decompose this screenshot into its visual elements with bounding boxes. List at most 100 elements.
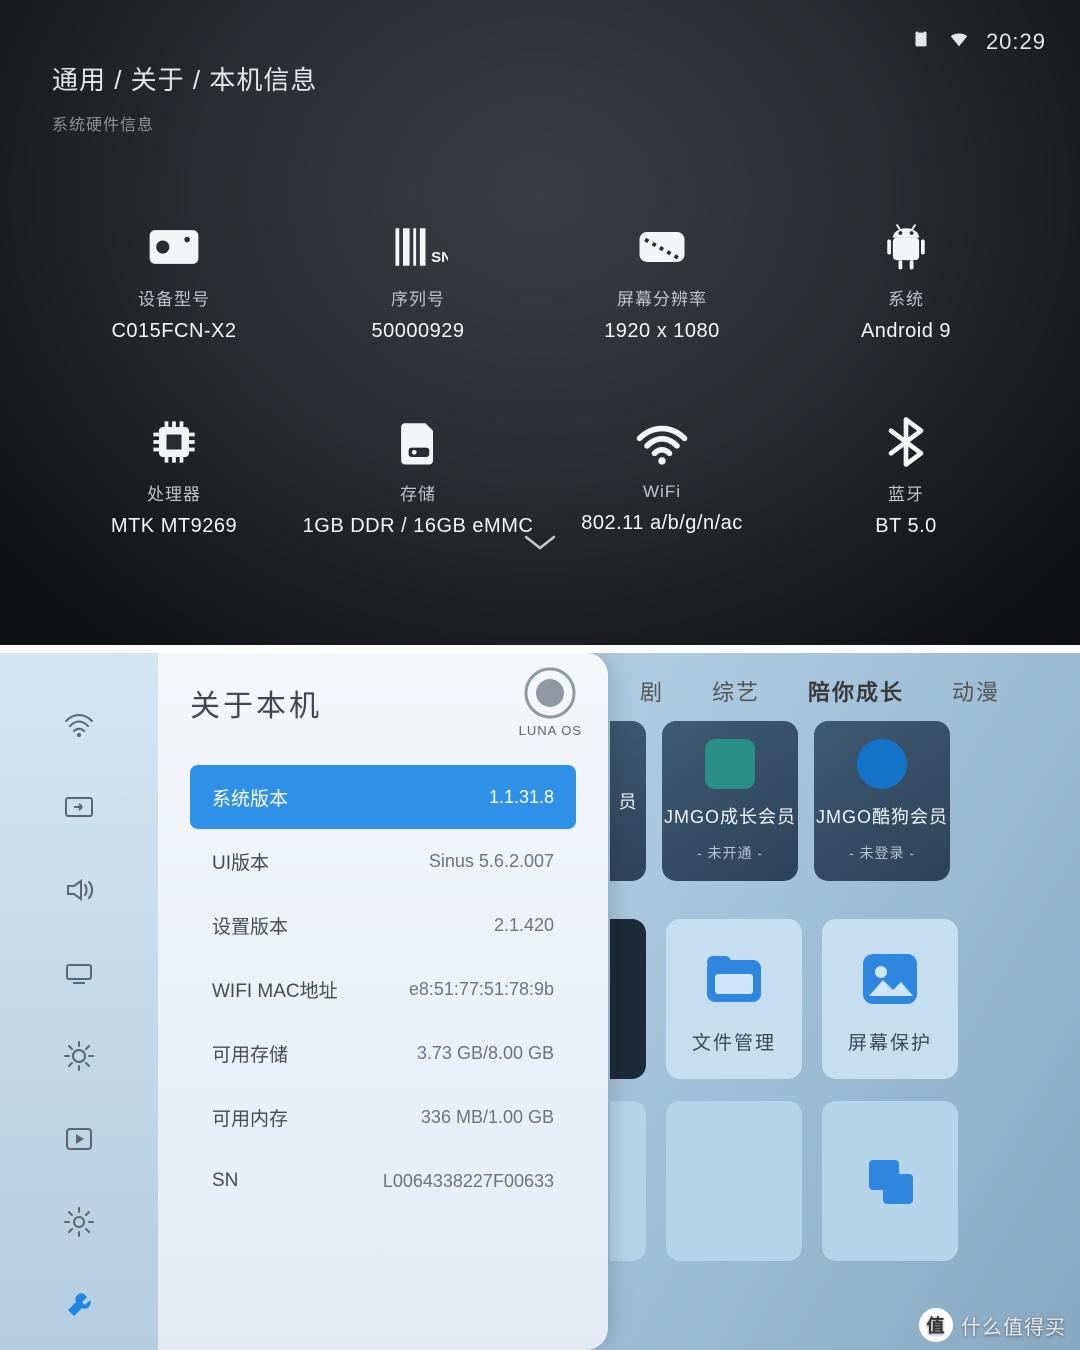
row-settings-version[interactable]: 设置版本 2.1.420	[190, 893, 576, 957]
tile-value: 1920 x 1080	[604, 320, 720, 343]
rail-input-icon[interactable]	[62, 790, 96, 829]
rail-wifi-icon[interactable]	[62, 707, 96, 746]
tile-value: 802.11 a/b/g/n/ac	[581, 512, 743, 535]
clock: 20:29	[986, 29, 1046, 55]
storage-icon	[388, 414, 448, 470]
tile-value: MTK MT9269	[111, 515, 237, 538]
breadcrumb: 通用 / 关于 / 本机信息	[52, 60, 1028, 97]
app-partial[interactable]	[822, 1101, 958, 1261]
row-value: Sinus 5.6.2.007	[429, 851, 554, 872]
rail-brightness-icon[interactable]	[62, 1039, 96, 1078]
row-memory[interactable]: 可用内存 336 MB/1.00 GB	[190, 1085, 576, 1149]
folder-icon	[699, 944, 769, 1014]
row-label: 设置版本	[212, 912, 288, 939]
watermark-badge: 值	[919, 1308, 953, 1342]
tile-cpu[interactable]: 处理器 MTK MT9269	[52, 378, 296, 573]
android-icon	[876, 219, 936, 275]
app-row: 文件管理 屏幕保护	[610, 919, 958, 1079]
about-device-screen: 剧 综艺 陪你成长 动漫 员 JMGO成长会员 - 未开通 - JMGO酷狗会员…	[0, 653, 1080, 1350]
member-card-growth[interactable]: JMGO成长会员 - 未开通 -	[662, 721, 798, 881]
info-tile-grid: 设备型号 C015FCN-X2 SN 序列号 50000929 屏幕分辨率 19…	[52, 183, 1028, 573]
watermark: 值 什么值得买	[919, 1308, 1066, 1342]
rail-play-icon[interactable]	[62, 1122, 96, 1161]
tile-label: 屏幕分辨率	[617, 285, 707, 310]
bluetooth-icon	[876, 414, 936, 470]
status-bar: 20:29	[910, 28, 1046, 56]
member-status: - 未开通 -	[697, 843, 763, 863]
bg-tab[interactable]: 综艺	[712, 675, 760, 707]
rail-gear-icon[interactable]	[62, 1205, 96, 1244]
tile-storage[interactable]: 存储 1GB DDR / 16GB eMMC	[296, 378, 540, 573]
row-value: 336 MB/1.00 GB	[421, 1107, 554, 1128]
tile-bluetooth[interactable]: 蓝牙 BT 5.0	[784, 378, 1028, 573]
member-card-kugou[interactable]: JMGO酷狗会员 - 未登录 -	[814, 721, 950, 881]
bg-tab[interactable]: 动漫	[952, 675, 1000, 707]
rail-wrench-icon[interactable]	[62, 1288, 96, 1327]
tile-label: 序列号	[391, 285, 445, 310]
tile-label: 处理器	[147, 480, 201, 505]
row-label: 系统版本	[212, 784, 288, 811]
about-panel: 关于本机 LUNA OS 系统版本 1.1.31.8 UI版本 Sinus 5.…	[158, 653, 608, 1350]
member-status: - 未登录 -	[849, 843, 915, 863]
app-partial[interactable]	[610, 1101, 646, 1261]
member-label: JMGO成长会员	[664, 803, 796, 829]
settings-side-rail	[0, 653, 158, 1350]
tile-label: WiFi	[643, 482, 681, 502]
image-icon	[855, 944, 925, 1014]
rail-display-icon[interactable]	[62, 956, 96, 995]
row-label: 可用存储	[212, 1040, 288, 1067]
row-label: 可用内存	[212, 1104, 288, 1131]
tile-wifi[interactable]: WiFi 802.11 a/b/g/n/ac	[540, 378, 784, 573]
luna-os-icon	[524, 667, 576, 719]
resolution-icon	[632, 219, 692, 275]
member-label: 员	[619, 788, 638, 814]
app-screensaver[interactable]: 屏幕保护	[822, 919, 958, 1079]
member-cards: 员 JMGO成长会员 - 未开通 - JMGO酷狗会员 - 未登录 -	[610, 721, 950, 881]
tile-system[interactable]: 系统 Android 9	[784, 183, 1028, 378]
app-row-2	[610, 1101, 958, 1261]
bg-tab-active[interactable]: 陪你成长	[808, 675, 904, 707]
svg-text:SN: SN	[431, 249, 448, 266]
wifi-icon	[632, 416, 692, 472]
row-storage[interactable]: 可用存储 3.73 GB/8.00 GB	[190, 1021, 576, 1085]
barcode-sn-icon: SN	[388, 219, 448, 275]
wifi-status-icon	[948, 28, 970, 56]
info-rows: 系统版本 1.1.31.8 UI版本 Sinus 5.6.2.007 设置版本 …	[190, 765, 576, 1213]
bg-tab[interactable]: 剧	[640, 675, 664, 707]
app-partial[interactable]	[666, 1101, 802, 1261]
row-label: SN	[212, 1170, 238, 1192]
tile-label: 存储	[400, 480, 436, 505]
tile-value: 1GB DDR / 16GB eMMC	[303, 515, 534, 538]
device-model-icon	[144, 219, 204, 275]
app-label: 屏幕保护	[848, 1028, 932, 1055]
row-value: 3.73 GB/8.00 GB	[417, 1043, 554, 1064]
target-icon	[857, 739, 907, 789]
row-sn[interactable]: SN L0064338227F00633	[190, 1149, 576, 1213]
tile-resolution[interactable]: 屏幕分辨率 1920 x 1080	[540, 183, 784, 378]
device-info-screen: 20:29 通用 / 关于 / 本机信息 系统硬件信息 设备型号 C015FCN…	[0, 0, 1080, 645]
chevron-down-icon[interactable]	[523, 534, 557, 557]
row-system-version[interactable]: 系统版本 1.1.31.8	[190, 765, 576, 829]
row-value: 2.1.420	[494, 915, 554, 936]
tile-serial[interactable]: SN 序列号 50000929	[296, 183, 540, 378]
app-label: 文件管理	[692, 1028, 776, 1055]
tile-value: 50000929	[372, 320, 465, 343]
row-wifi-mac[interactable]: WIFI MAC地址 e8:51:77:51:78:9b	[190, 957, 576, 1021]
watermark-text: 什么值得买	[961, 1311, 1066, 1340]
tile-value: C015FCN-X2	[111, 320, 236, 343]
app-partial[interactable]	[610, 919, 646, 1079]
member-card[interactable]: 员	[610, 721, 646, 881]
app-file-manager[interactable]: 文件管理	[666, 919, 802, 1079]
page-subtitle: 系统硬件信息	[52, 111, 1028, 135]
tile-label: 设备型号	[138, 285, 210, 310]
rail-sound-icon[interactable]	[62, 873, 96, 912]
row-ui-version[interactable]: UI版本 Sinus 5.6.2.007	[190, 829, 576, 893]
row-value: 1.1.31.8	[489, 787, 554, 808]
overlay-icon	[855, 1146, 925, 1216]
row-label: WIFI MAC地址	[212, 976, 338, 1003]
usb-icon	[910, 28, 932, 56]
tile-label: 系统	[888, 285, 924, 310]
row-value: e8:51:77:51:78:9b	[409, 979, 554, 1000]
tile-label: 蓝牙	[888, 480, 924, 505]
tile-device-model[interactable]: 设备型号 C015FCN-X2	[52, 183, 296, 378]
